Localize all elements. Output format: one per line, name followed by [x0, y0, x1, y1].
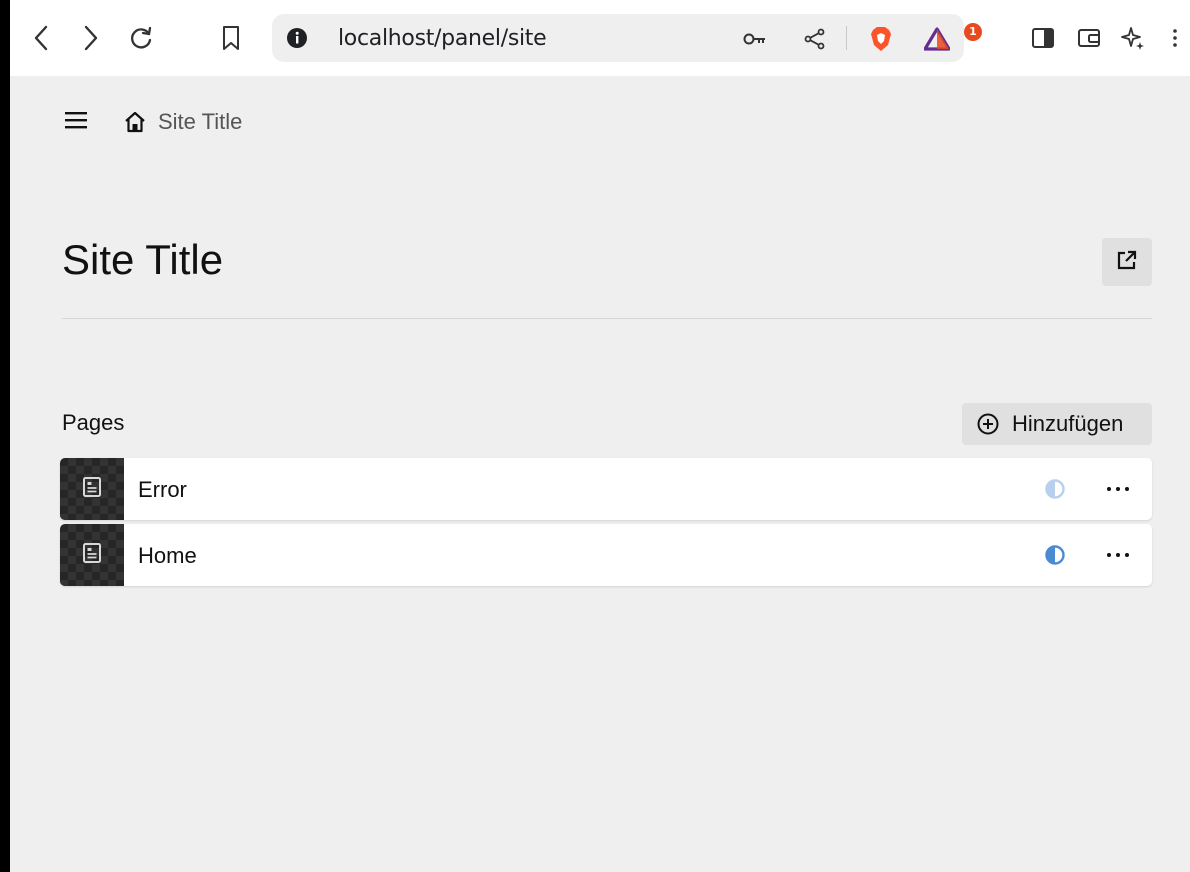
info-icon[interactable]	[286, 27, 308, 49]
sidebar-icon[interactable]	[1026, 18, 1060, 58]
add-page-label: Hinzufügen	[1012, 411, 1124, 436]
wallet-icon[interactable]	[1072, 18, 1106, 58]
header-divider	[62, 318, 1152, 319]
add-page-button[interactable]: Hinzufügen	[962, 403, 1152, 445]
page-title-label[interactable]: Error	[138, 477, 187, 503]
open-site-button[interactable]	[1102, 238, 1152, 286]
leo-ai-icon[interactable]	[1116, 18, 1150, 58]
page-title-label[interactable]: Home	[138, 543, 197, 569]
add-circle-icon	[976, 412, 1000, 436]
more-options-button[interactable]	[1100, 540, 1136, 570]
page-title: Site Title	[62, 236, 224, 283]
status-icon[interactable]	[1044, 544, 1066, 566]
browser-window: localhost/panel/site 1 Site Title Site T…	[10, 0, 1190, 872]
list-item[interactable]: Error	[60, 458, 1152, 520]
rewards-badge: 1	[964, 23, 982, 41]
page-icon	[82, 542, 102, 569]
address-bar[interactable]: localhost/panel/site 1	[272, 14, 982, 62]
home-icon	[122, 109, 148, 135]
brave-rewards-icon[interactable]	[924, 26, 950, 52]
url-text[interactable]: localhost/panel/site	[338, 26, 547, 51]
external-link-icon	[1116, 249, 1138, 276]
page-thumbnail[interactable]	[60, 458, 124, 520]
share-icon[interactable]	[802, 26, 828, 52]
browser-toolbar: localhost/panel/site 1	[10, 0, 1190, 76]
page-thumbnail[interactable]	[60, 524, 124, 586]
url-separator	[846, 26, 847, 50]
list-item[interactable]: Home	[60, 524, 1152, 586]
menu-icon[interactable]	[1160, 18, 1190, 58]
breadcrumb-label[interactable]: Site Title	[158, 109, 242, 135]
page-icon	[82, 476, 102, 503]
reload-icon[interactable]	[124, 18, 158, 58]
hamburger-icon	[65, 111, 87, 134]
bookmark-icon[interactable]	[214, 18, 248, 58]
more-options-button[interactable]	[1100, 474, 1136, 504]
status-icon[interactable]	[1044, 478, 1066, 500]
pages-list: Error Home	[60, 458, 1152, 590]
forward-icon[interactable]	[74, 18, 108, 58]
key-icon[interactable]	[742, 26, 768, 52]
back-icon[interactable]	[24, 18, 58, 58]
pages-section-label: Pages	[62, 410, 125, 435]
breadcrumb[interactable]: Site Title	[122, 108, 242, 136]
brave-shield-icon[interactable]	[868, 26, 894, 52]
panel-menu-button[interactable]	[62, 108, 90, 136]
